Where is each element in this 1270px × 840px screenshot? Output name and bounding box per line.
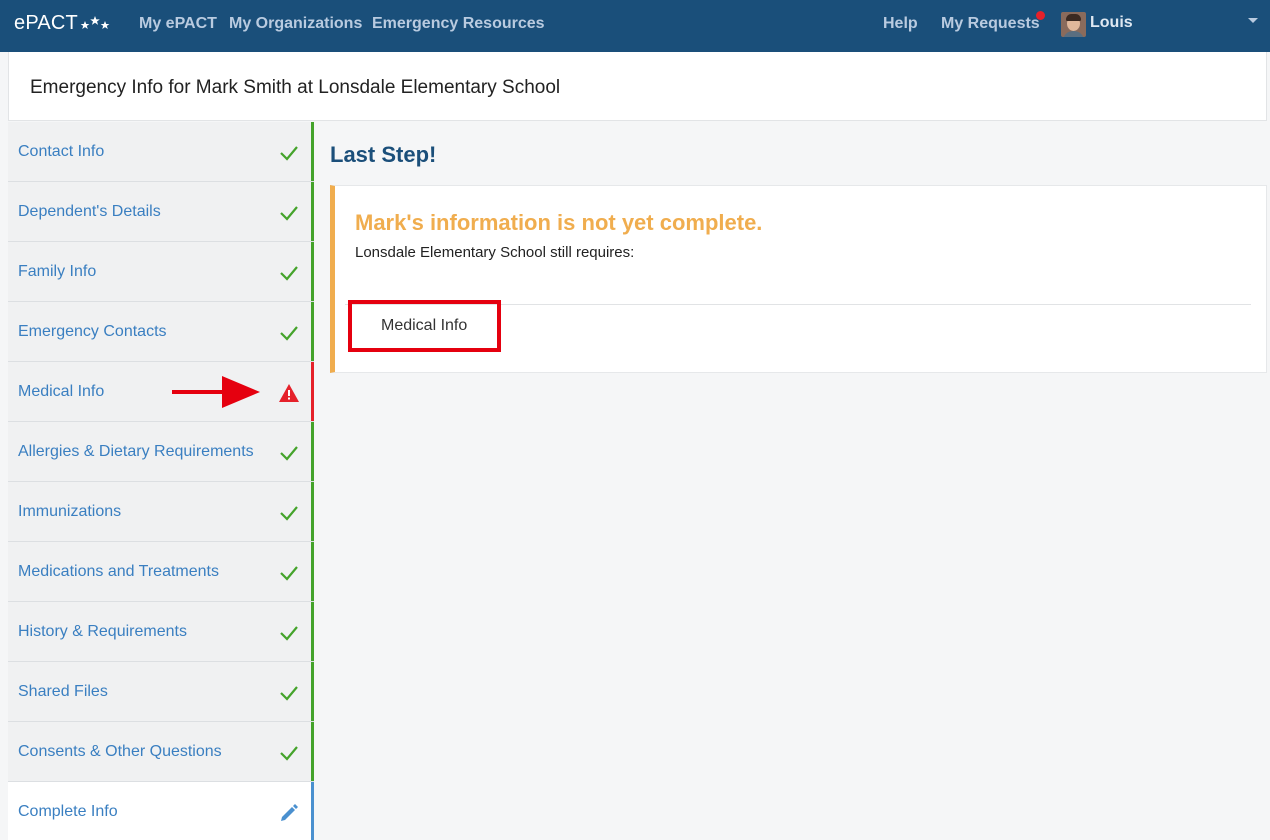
required-item-medical-info[interactable]: Medical Info [348,300,501,352]
checkmark-icon [280,746,298,761]
checkmark-icon [280,506,298,521]
sidebar-item-label: Immunizations [18,503,122,520]
page-title: Emergency Info for Mark Smith at Lonsdal… [30,77,561,98]
red-arrow-annotation [172,376,260,408]
incomplete-alert-card: Mark's information is not yet complete. … [330,185,1267,373]
nav-my-organizations[interactable]: My Organizations [229,15,362,33]
sidebar-item-medical-info[interactable]: Medical Info [8,362,314,422]
sidebar-item-immunizations[interactable]: Immunizations [8,482,314,542]
sidebar-item-shared-files[interactable]: Shared Files [8,662,314,722]
sidebar-item-label: Consents & Other Questions [18,743,222,760]
sidebar-item-allergies[interactable]: Allergies & Dietary Requirements [8,422,314,482]
main-title: Last Step! [330,142,437,167]
sidebar-item-label: Emergency Contacts [18,323,167,340]
nav-emergency-resources[interactable]: Emergency Resources [372,15,545,33]
checkmark-icon [280,146,298,161]
sidebar-item-complete-info[interactable]: Complete Info [8,782,314,840]
required-item-label: Medical Info [381,317,468,334]
page-header: Emergency Info for Mark Smith at Lonsdal… [8,52,1267,121]
alert-heading: Mark's information is not yet complete. [355,210,763,235]
brand-name: ePACT [14,12,78,34]
sidebar-item-label: Allergies & Dietary Requirements [18,443,254,460]
checkmark-icon [280,206,298,221]
nav-help[interactable]: Help [883,15,918,33]
user-menu-chevron-down-icon[interactable] [1248,18,1258,23]
sidebar-item-dependents-details[interactable]: Dependent's Details [8,182,314,242]
sidebar-item-emergency-contacts[interactable]: Emergency Contacts [8,302,314,362]
nav-my-epact[interactable]: My ePACT [139,15,217,33]
sidebar-item-label: Dependent's Details [18,203,161,220]
stars-icon [80,15,110,33]
checkmark-icon [280,266,298,281]
sidebar: Contact Info Dependent's Details Family … [8,122,314,840]
sidebar-item-label: Complete Info [18,803,118,820]
checkmark-icon [280,566,298,581]
checkmark-icon [280,446,298,461]
user-name[interactable]: Louis [1090,14,1133,32]
sidebar-item-medications[interactable]: Medications and Treatments [8,542,314,602]
sidebar-item-label: Contact Info [18,143,105,160]
sidebar-item-label: Family Info [18,263,97,280]
warning-icon [279,384,299,402]
sidebar-item-label: Medical Info [18,383,105,400]
checkmark-icon [280,626,298,641]
top-navbar: ePACT My ePACT My Organizations Emergenc… [0,0,1270,52]
alert-subtext: Lonsdale Elementary School still require… [355,244,635,261]
pencil-icon [281,804,298,821]
sidebar-item-history[interactable]: History & Requirements [8,602,314,662]
notification-dot [1036,11,1045,20]
avatar[interactable] [1061,12,1086,37]
sidebar-item-consents[interactable]: Consents & Other Questions [8,722,314,782]
sidebar-item-label: Shared Files [18,683,108,700]
sidebar-item-label: Medications and Treatments [18,563,219,580]
sidebar-item-contact-info[interactable]: Contact Info [8,122,314,182]
sidebar-item-family-info[interactable]: Family Info [8,242,314,302]
nav-my-requests[interactable]: My Requests [941,15,1040,33]
checkmark-icon [280,686,298,701]
sidebar-item-label: History & Requirements [18,623,187,640]
checkmark-icon [280,326,298,341]
epact-logo[interactable]: ePACT [14,12,110,35]
